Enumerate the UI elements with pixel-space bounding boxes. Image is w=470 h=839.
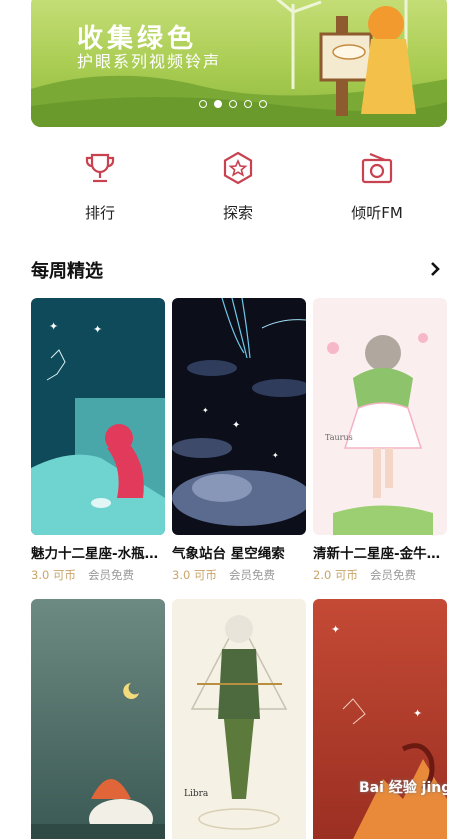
card-thumbnail: ✦ ✦ <box>31 298 165 535</box>
card-price: 3.0 可币 <box>31 568 76 582</box>
banner-carousel[interactable]: 收集绿色 护眼系列视频铃声 <box>31 0 447 127</box>
svg-text:✦: ✦ <box>202 406 209 415</box>
taurus-caption: Taurus <box>325 433 353 442</box>
trophy-icon <box>40 150 160 192</box>
carousel-dot-active[interactable] <box>214 100 222 108</box>
section-title: 每周精选 <box>31 261 103 282</box>
card-thumbnail: Taurus <box>313 298 447 535</box>
nav-explore[interactable]: 探索 <box>178 150 298 223</box>
nav-ranking[interactable]: 排行 <box>40 150 160 223</box>
wallpaper-card[interactable]: Libra <box>172 599 306 839</box>
star-badge-icon <box>178 150 298 192</box>
card-title: 气象站台 星空绳索 <box>172 546 285 562</box>
svg-text:✦: ✦ <box>272 451 279 460</box>
wallpaper-card[interactable]: ✦ ✦ 魅力十二星座-水瓶… 3.0 可币 会员免费 <box>31 298 165 583</box>
svg-text:✦: ✦ <box>93 323 102 336</box>
carousel-dot[interactable] <box>229 100 237 108</box>
banner-subtitle: 护眼系列视频铃声 <box>77 52 222 71</box>
wallpaper-card[interactable] <box>31 599 165 839</box>
carousel-dots[interactable] <box>199 100 267 108</box>
carousel-dot[interactable] <box>199 100 207 108</box>
card-title: 清新十二星座-金牛… <box>313 546 441 562</box>
svg-text:✦: ✦ <box>331 623 340 636</box>
radio-icon <box>317 150 437 192</box>
card-price: 3.0 可币 <box>172 568 217 582</box>
wallpaper-card[interactable]: ✦ ✦ Bai 经验 jingyan.baidu.com <box>313 599 447 839</box>
libra-caption: Libra <box>184 789 209 799</box>
nav-explore-label: 探索 <box>222 204 253 222</box>
card-vip-free: 会员免费 <box>228 568 275 582</box>
svg-text:✦: ✦ <box>413 707 422 720</box>
svg-text:✦: ✦ <box>49 320 58 333</box>
card-thumbnail <box>31 599 165 839</box>
card-thumbnail: Libra <box>172 599 306 839</box>
nav-ranking-label: 排行 <box>84 204 115 222</box>
nav-fm[interactable]: 倾听FM <box>317 150 437 223</box>
card-vip-free: 会员免费 <box>369 568 416 582</box>
card-title: 魅力十二星座-水瓶… <box>31 546 159 562</box>
watermark-logo: Bai 经验 jingyan.baidu.com <box>359 780 447 796</box>
card-vip-free: 会员免费 <box>87 568 134 582</box>
chevron-right-icon[interactable] <box>427 259 443 283</box>
card-thumbnail: ✦ ✦ ✦ <box>172 298 306 535</box>
carousel-dot[interactable] <box>244 100 252 108</box>
wallpaper-card[interactable]: ✦ ✦ ✦ 气象站台 星空绳索 3.0 可币 会员免费 <box>172 298 306 583</box>
card-thumbnail: ✦ ✦ Bai 经验 jingyan.baidu.com <box>313 599 447 839</box>
wallpaper-card[interactable]: Taurus 清新十二星座-金牛… 2.0 可币 会员免费 <box>313 298 447 583</box>
svg-text:✦: ✦ <box>232 420 240 431</box>
nav-fm-label: 倾听FM <box>351 204 403 222</box>
carousel-dot[interactable] <box>259 100 267 108</box>
card-price: 2.0 可币 <box>313 568 358 582</box>
